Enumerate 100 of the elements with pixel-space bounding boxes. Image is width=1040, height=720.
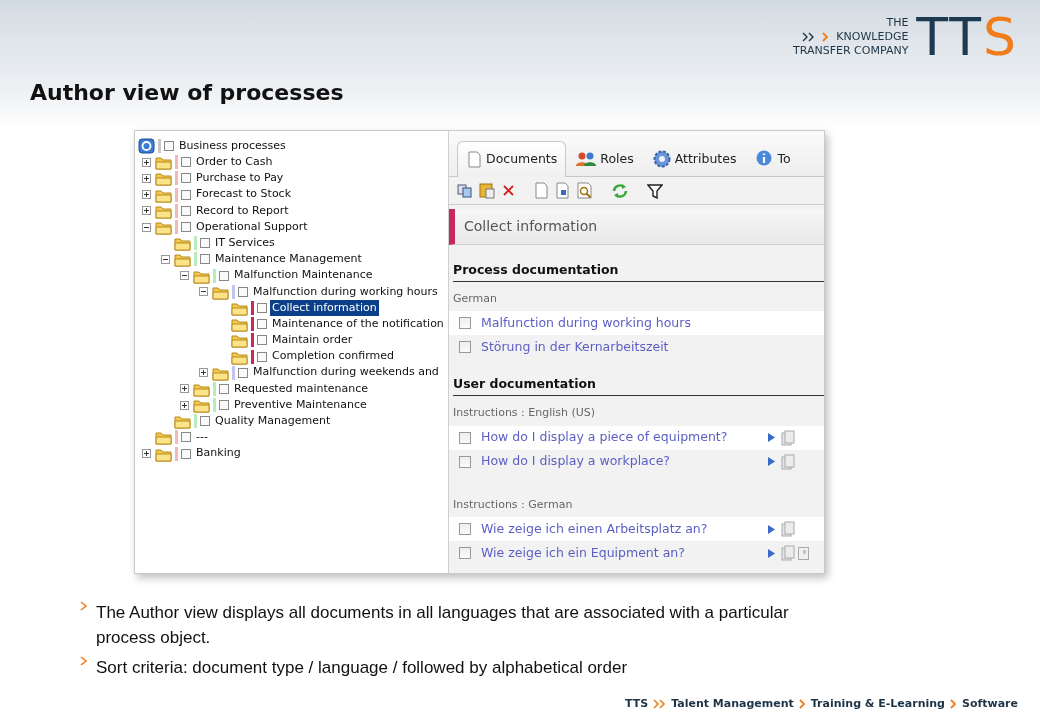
tree-item[interactable]: Record to Report bbox=[194, 202, 291, 220]
chevron-icon bbox=[950, 698, 957, 709]
tree-item[interactable]: Requested maintenance bbox=[232, 380, 370, 398]
documents-icon[interactable] bbox=[781, 429, 795, 446]
tree-item[interactable]: IT Services bbox=[213, 234, 277, 252]
tab[interactable]: Documents bbox=[457, 141, 567, 177]
bullet-icon bbox=[80, 655, 88, 667]
filter-icon[interactable] bbox=[647, 182, 663, 199]
expand-icon[interactable] bbox=[142, 173, 151, 183]
chevron-icon bbox=[798, 698, 806, 709]
checkbox[interactable] bbox=[200, 238, 210, 249]
copy-icon[interactable] bbox=[457, 182, 473, 199]
tree-item[interactable]: Maintenance Management bbox=[213, 251, 364, 268]
checkbox[interactable] bbox=[181, 157, 191, 168]
tree-item[interactable]: Malfunction during weekends and bbox=[251, 364, 441, 381]
checkbox[interactable] bbox=[257, 351, 267, 362]
document-link[interactable]: Wie zeige ich ein Equipment an? bbox=[481, 543, 767, 563]
checkbox[interactable] bbox=[181, 432, 191, 443]
checkbox[interactable] bbox=[459, 317, 471, 330]
tree-item[interactable]: Quality Management bbox=[213, 413, 333, 430]
folder-icon bbox=[155, 219, 172, 236]
tree-item[interactable]: Maintain order bbox=[270, 332, 355, 349]
folder-icon bbox=[155, 170, 172, 187]
preview-icon[interactable] bbox=[576, 182, 593, 199]
page-icon[interactable] bbox=[798, 546, 809, 560]
checkbox[interactable] bbox=[181, 205, 191, 216]
tree-item[interactable]: Maintenance of the notification bbox=[270, 315, 446, 333]
tab[interactable]: To bbox=[746, 141, 800, 176]
tree-item[interactable]: --- bbox=[194, 429, 210, 446]
expand-icon[interactable] bbox=[180, 400, 189, 410]
root-icon bbox=[138, 138, 155, 155]
collapse-icon[interactable] bbox=[142, 222, 151, 232]
paste-icon[interactable] bbox=[479, 182, 495, 199]
documents-icon[interactable] bbox=[781, 521, 795, 537]
tree-item[interactable]: Completion confirmed bbox=[270, 348, 396, 365]
refresh-icon[interactable] bbox=[611, 181, 629, 200]
tree-item[interactable]: Purchase to Pay bbox=[194, 170, 286, 187]
footer-text: TTS bbox=[625, 695, 649, 712]
expand-icon[interactable] bbox=[180, 384, 189, 394]
tree-item[interactable]: Collect information bbox=[270, 299, 379, 317]
tree-item[interactable]: Banking bbox=[194, 445, 243, 462]
tree-item[interactable]: Business processes bbox=[177, 137, 288, 155]
expand-icon[interactable] bbox=[142, 157, 151, 167]
expand-icon[interactable] bbox=[142, 206, 151, 216]
checkbox[interactable] bbox=[459, 523, 471, 535]
new-document-icon[interactable] bbox=[534, 182, 549, 199]
tree-item[interactable]: Preventive Maintenance bbox=[232, 396, 369, 414]
folder-icon bbox=[231, 332, 248, 349]
folder-icon bbox=[155, 429, 172, 446]
checkbox[interactable] bbox=[238, 286, 248, 297]
footer-text: Software bbox=[962, 695, 1018, 712]
folder-icon bbox=[193, 397, 210, 414]
tree-item[interactable]: Order to Cash bbox=[194, 154, 275, 171]
logo-text: THE bbox=[886, 16, 909, 30]
tree-item[interactable]: Forecast to Stock bbox=[194, 186, 294, 203]
tree-item[interactable]: Malfunction Maintenance bbox=[232, 267, 375, 284]
delete-icon[interactable] bbox=[501, 183, 516, 198]
play-icon[interactable] bbox=[767, 523, 776, 535]
checkbox[interactable] bbox=[219, 400, 229, 411]
folder-icon bbox=[155, 154, 172, 171]
checkbox[interactable] bbox=[181, 222, 191, 233]
expand-icon[interactable] bbox=[142, 190, 151, 200]
play-icon[interactable] bbox=[767, 547, 776, 559]
logo-text: TRANSFER COMPANY bbox=[793, 44, 909, 58]
checkbox[interactable] bbox=[200, 416, 210, 427]
collapse-icon[interactable] bbox=[199, 287, 208, 297]
checkbox[interactable] bbox=[219, 383, 229, 394]
collapse-icon[interactable] bbox=[180, 271, 189, 281]
checkbox[interactable] bbox=[200, 254, 210, 265]
play-icon[interactable] bbox=[767, 432, 776, 443]
checkbox[interactable] bbox=[257, 335, 267, 346]
checkbox[interactable] bbox=[238, 367, 248, 378]
document-icon bbox=[466, 151, 482, 168]
checkbox[interactable] bbox=[459, 431, 471, 444]
folder-icon bbox=[174, 251, 191, 268]
tree-item[interactable]: Operational Support bbox=[194, 218, 310, 236]
document-link[interactable]: Störung in der Kernarbeitszeit bbox=[481, 337, 767, 357]
section-heading: User documentation bbox=[453, 375, 824, 396]
checkbox[interactable] bbox=[181, 448, 191, 459]
document-link[interactable]: How do I display a workplace? bbox=[481, 452, 767, 471]
gear-icon bbox=[652, 150, 671, 168]
checkbox[interactable] bbox=[257, 319, 267, 330]
expand-icon[interactable] bbox=[199, 368, 208, 378]
checkbox[interactable] bbox=[181, 189, 191, 200]
play-icon[interactable] bbox=[767, 456, 776, 467]
checkbox[interactable] bbox=[219, 270, 229, 281]
info-icon bbox=[755, 150, 774, 168]
checkbox[interactable] bbox=[164, 141, 174, 152]
checkbox[interactable] bbox=[459, 547, 471, 559]
import-document-icon[interactable] bbox=[555, 182, 570, 199]
checkbox[interactable] bbox=[459, 341, 471, 354]
collapse-icon[interactable] bbox=[161, 254, 170, 264]
tab[interactable]: Roles bbox=[567, 141, 643, 176]
expand-icon[interactable] bbox=[142, 449, 151, 459]
checkbox[interactable] bbox=[181, 173, 191, 184]
checkbox[interactable] bbox=[459, 455, 471, 468]
people-icon bbox=[576, 151, 597, 167]
checkbox[interactable] bbox=[257, 302, 267, 313]
tab[interactable]: Attributes bbox=[643, 141, 746, 176]
tree-item[interactable]: Malfunction during working hours bbox=[251, 283, 440, 301]
